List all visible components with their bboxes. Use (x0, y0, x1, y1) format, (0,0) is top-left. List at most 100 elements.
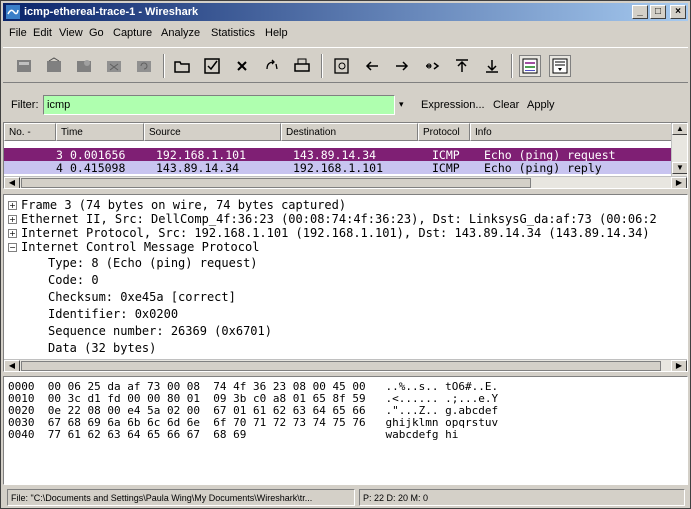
stop-capture-icon[interactable] (103, 55, 125, 77)
status-file: File: "C:\Documents and Settings\Paula W… (7, 489, 355, 506)
tree-item[interactable]: Identifier: 0x0200 (48, 307, 178, 321)
details-hscrollbar[interactable]: ◀ ▶ (4, 359, 687, 371)
colorize-icon[interactable] (519, 55, 541, 77)
packet-list-vscrollbar[interactable]: ▲ ▼ (671, 123, 687, 176)
go-last-packet-icon[interactable] (481, 55, 503, 77)
menu-help[interactable]: Help (265, 27, 288, 39)
cell-time: 0.415098 (70, 161, 126, 175)
column-header-info[interactable]: Info (470, 123, 673, 141)
cell-info: Echo (ping) request (484, 148, 616, 162)
scroll-left-icon[interactable]: ◀ (4, 360, 20, 371)
table-row[interactable]: 4 0.415098 143.89.14.34 192.168.1.101 IC… (4, 161, 673, 175)
menu-view[interactable]: View (59, 27, 83, 39)
cell-protocol: ICMP (432, 161, 460, 175)
tree-item[interactable]: Type: 8 (Echo (ping) request) (48, 256, 258, 270)
restart-capture-icon[interactable] (133, 55, 155, 77)
cell-destination: 143.89.14.34 (293, 148, 377, 162)
status-bar: File: "C:\Documents and Settings\Paula W… (3, 488, 688, 507)
cell-destination: 192.168.1.101 (293, 161, 384, 175)
tree-item[interactable]: Code: 0 (48, 273, 99, 287)
status-packets: P: 22 D: 20 M: 0 (359, 489, 685, 506)
interfaces-icon[interactable] (13, 55, 35, 77)
menu-file[interactable]: File (9, 27, 27, 39)
apply-button[interactable]: Apply (527, 99, 555, 111)
maximize-button[interactable]: □ (650, 5, 666, 19)
tree-item[interactable]: + Frame 3 (74 bytes on wire, 74 bytes cap… (8, 198, 346, 212)
go-back-icon[interactable] (361, 55, 383, 77)
column-header-source[interactable]: Source (144, 123, 281, 141)
scroll-left-icon[interactable]: ◀ (4, 177, 20, 188)
filter-label: Filter: (11, 99, 39, 111)
expand-icon[interactable]: + (8, 201, 17, 210)
cell-protocol: ICMP (432, 148, 460, 162)
hex-line[interactable]: 0000 00 06 25 da af 73 00 08 74 4f 36 23… (8, 380, 498, 393)
minimize-button[interactable]: _ (632, 5, 648, 19)
packet-list-pane: No. - Time Source Destination Protocol I… (3, 122, 688, 189)
menu-analyze[interactable]: Analyze (161, 27, 200, 39)
menu-edit[interactable]: Edit (33, 27, 52, 39)
wireshark-window: icmp-ethereal-trace-1 - Wireshark _ □ × … (0, 0, 691, 509)
main-toolbar (3, 47, 688, 83)
table-row[interactable]: 3 0.001656 192.168.1.101 143.89.14.34 IC… (4, 148, 673, 162)
toolbar-separator (321, 54, 323, 78)
wireshark-app-icon (6, 5, 20, 19)
menu-statistics[interactable]: Statistics (211, 27, 255, 39)
tree-item[interactable]: + Internet Protocol, Src: 192.168.1.101 (… (8, 226, 650, 240)
packet-details-pane: + Frame 3 (74 bytes on wire, 74 bytes cap… (3, 194, 688, 372)
column-header-destination[interactable]: Destination (281, 123, 418, 141)
scroll-right-icon[interactable]: ▶ (671, 360, 687, 371)
tree-item[interactable]: − Internet Control Message Protocol (8, 240, 259, 254)
tree-item[interactable]: Checksum: 0xe45a [correct] (48, 290, 236, 304)
expression-button[interactable]: Expression... (421, 99, 485, 111)
close-file-icon[interactable] (231, 55, 253, 77)
hex-dump-pane: 0000 00 06 25 da af 73 00 08 74 4f 36 23… (3, 376, 688, 485)
menu-bar: File Edit View Go Capture Analyze Statis… (3, 23, 688, 43)
tree-item[interactable]: + Ethernet II, Src: DellComp_4f:36:23 (00… (8, 212, 657, 226)
window-title: icmp-ethereal-trace-1 - Wireshark (24, 6, 199, 18)
cell-source: 143.89.14.34 (156, 161, 240, 175)
column-header-protocol[interactable]: Protocol (418, 123, 470, 141)
tree-item[interactable]: Sequence number: 26369 (0x6701) (48, 324, 272, 338)
cell-source: 192.168.1.101 (156, 148, 247, 162)
go-forward-icon[interactable] (391, 55, 413, 77)
column-header-no[interactable]: No. - (4, 123, 56, 141)
cell-no: 4 (56, 161, 63, 175)
hex-line[interactable]: 0040 77 61 62 63 64 65 66 67 68 69 wabcd… (8, 428, 458, 441)
go-first-packet-icon[interactable] (451, 55, 473, 77)
capture-options-icon[interactable] (43, 55, 65, 77)
filter-toolbar: Filter: icmp ▾ Expression... Clear Apply (3, 93, 688, 117)
reload-icon[interactable] (261, 55, 283, 77)
scroll-right-icon[interactable]: ▶ (671, 177, 687, 188)
hex-line[interactable]: 0020 0e 22 08 00 e4 5a 02 00 67 01 61 62… (8, 404, 498, 417)
scroll-thumb[interactable] (21, 178, 531, 188)
tree-item[interactable]: Data (32 bytes) (48, 341, 156, 355)
cell-info: Echo (ping) reply (484, 161, 602, 175)
packet-list-hscrollbar[interactable]: ◀ ▶ (4, 176, 687, 188)
auto-scroll-icon[interactable] (549, 55, 571, 77)
clear-button[interactable]: Clear (493, 99, 519, 111)
find-packet-icon[interactable] (331, 55, 353, 77)
menu-capture[interactable]: Capture (113, 27, 152, 39)
collapse-icon[interactable]: − (8, 243, 17, 252)
filter-dropdown-icon[interactable]: ▾ (399, 99, 404, 110)
hex-line[interactable]: 0030 67 68 69 6a 6b 6c 6d 6e 6f 70 71 72… (8, 416, 498, 429)
scroll-thumb[interactable] (21, 361, 661, 371)
scroll-up-icon[interactable]: ▲ (672, 123, 687, 135)
title-bar[interactable]: icmp-ethereal-trace-1 - Wireshark _ □ × (3, 3, 688, 21)
close-button[interactable]: × (670, 5, 686, 19)
menu-go[interactable]: Go (89, 27, 104, 39)
column-header-time[interactable]: Time (56, 123, 144, 141)
filter-input[interactable]: icmp (43, 95, 395, 115)
scroll-down-icon[interactable]: ▼ (672, 162, 687, 174)
toolbar-separator (511, 54, 513, 78)
hex-line[interactable]: 0010 00 3c d1 fd 00 00 80 01 09 3b c0 a8… (8, 392, 498, 405)
toolbar-separator (163, 54, 165, 78)
cell-time: 0.001656 (70, 148, 126, 162)
print-icon[interactable] (291, 55, 313, 77)
save-file-icon[interactable] (201, 55, 223, 77)
go-to-packet-icon[interactable] (421, 55, 443, 77)
open-file-icon[interactable] (171, 55, 193, 77)
expand-icon[interactable]: + (8, 215, 17, 224)
expand-icon[interactable]: + (8, 229, 17, 238)
start-capture-icon[interactable] (73, 55, 95, 77)
